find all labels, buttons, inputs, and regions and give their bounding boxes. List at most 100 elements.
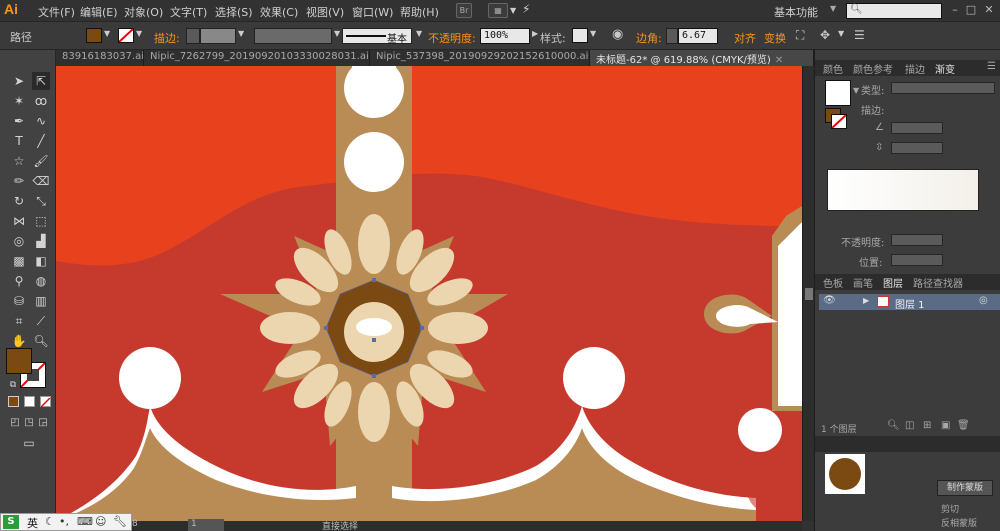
- chevron-down-icon[interactable]: ▼: [136, 29, 142, 38]
- tab-doc-2[interactable]: Nipic_7262799_20190920103330028031.ai*✕: [144, 50, 370, 66]
- layer-name[interactable]: 图层 1: [895, 296, 925, 311]
- sogou-ime-icon[interactable]: S: [3, 515, 19, 529]
- gradient-position-field[interactable]: [891, 254, 943, 266]
- gradient-preview-swatch[interactable]: [825, 80, 851, 106]
- direct-selection-tool-icon[interactable]: ⇱: [32, 72, 50, 90]
- menu-select[interactable]: 选择(S): [215, 4, 253, 20]
- close-icon[interactable]: ✕: [775, 55, 783, 66]
- tab-swatches[interactable]: 色板: [823, 275, 843, 290]
- transform-link[interactable]: 变换: [764, 30, 786, 46]
- tab-gradient[interactable]: 渐变: [935, 61, 955, 76]
- moon-icon[interactable]: ☾: [45, 515, 55, 528]
- magic-wand-tool-icon[interactable]: ✶: [10, 92, 28, 110]
- star-tool-icon[interactable]: ☆: [10, 152, 28, 170]
- graph-tool-icon[interactable]: ▥: [32, 292, 50, 310]
- pen-tool-icon[interactable]: ✒: [10, 112, 28, 130]
- tab-doc-1[interactable]: 83916183037.ai*✕: [56, 50, 144, 66]
- artboard-canvas[interactable]: [56, 66, 802, 521]
- line-tool-icon[interactable]: ╱: [32, 132, 50, 150]
- panel-menu-icon[interactable]: ☰: [854, 28, 865, 42]
- type-tool-icon[interactable]: T: [10, 132, 28, 150]
- chevron-down-icon[interactable]: ▼: [830, 4, 836, 13]
- pearl[interactable]: [563, 347, 625, 409]
- transform-options-icon[interactable]: ✥: [820, 28, 830, 42]
- stroke-swatch[interactable]: [118, 28, 134, 43]
- pencil-tool-icon[interactable]: ✏: [10, 172, 28, 190]
- free-transform-tool-icon[interactable]: ⬚: [32, 212, 50, 230]
- sync-icon[interactable]: ⚡: [522, 2, 530, 16]
- slice-tool-icon[interactable]: ⟋: [32, 312, 50, 330]
- selection-tool-icon[interactable]: ➤: [10, 72, 28, 90]
- color-mode-icon[interactable]: [8, 396, 19, 407]
- fill-color-box-front[interactable]: [6, 348, 32, 374]
- gradient-tool-icon[interactable]: ◧: [32, 252, 50, 270]
- opacity-label[interactable]: 不透明度:: [428, 30, 476, 46]
- menu-effect[interactable]: 效果(C): [260, 4, 298, 20]
- tab-color-guide[interactable]: 颜色参考: [853, 61, 893, 76]
- punctuation-icon[interactable]: •,: [59, 515, 69, 528]
- aspect-ratio-field[interactable]: [891, 142, 943, 154]
- trash-icon[interactable]: 🗑︎: [957, 420, 970, 431]
- stroke-stepper[interactable]: [186, 28, 200, 44]
- symbol-sprayer-tool-icon[interactable]: ⛁: [10, 292, 28, 310]
- chevron-right-icon[interactable]: ▶: [863, 296, 869, 305]
- chevron-down-icon[interactable]: ▼: [853, 86, 859, 95]
- transparency-thumbnail[interactable]: [825, 454, 865, 494]
- eraser-tool-icon[interactable]: ⌫: [32, 172, 50, 190]
- brush-dropdown[interactable]: 基本: [342, 28, 412, 45]
- menu-window[interactable]: 窗口(W): [352, 4, 393, 20]
- opacity-field[interactable]: 100%: [480, 28, 530, 44]
- eye-icon[interactable]: 👁︎: [823, 295, 836, 306]
- stroke-swatch[interactable]: [831, 114, 847, 129]
- shape-builder-tool-icon[interactable]: ◎: [10, 232, 28, 250]
- paintbrush-tool-icon[interactable]: 🖌︎: [32, 152, 50, 170]
- fill-swatch[interactable]: [86, 28, 102, 43]
- clip-checkbox[interactable]: 剪切: [941, 502, 959, 515]
- close-icon[interactable]: ✕: [982, 3, 996, 17]
- locate-object-icon[interactable]: 🔍︎: [887, 420, 900, 431]
- perspective-grid-tool-icon[interactable]: ▟: [32, 232, 50, 250]
- menu-type[interactable]: 文字(T): [170, 4, 207, 20]
- align-link[interactable]: 对齐: [734, 30, 756, 46]
- tab-doc-3[interactable]: Nipic_537398_20190929202152610000.ai*✕: [370, 50, 590, 66]
- chevron-down-icon[interactable]: ▼: [590, 29, 596, 38]
- gradient-mode-icon[interactable]: [24, 396, 35, 407]
- cross-ornament[interactable]: [704, 206, 802, 411]
- chevron-down-icon[interactable]: ▼: [334, 29, 340, 38]
- screen-mode-icon[interactable]: ▭: [18, 434, 40, 452]
- graphic-style-swatch[interactable]: [572, 28, 588, 43]
- variable-width-dropdown[interactable]: [254, 28, 332, 44]
- chevron-right-icon[interactable]: ▶: [532, 29, 538, 38]
- rotate-tool-icon[interactable]: ↻: [10, 192, 28, 210]
- scroll-thumb[interactable]: [805, 288, 813, 300]
- panel-menu-icon[interactable]: ☰: [987, 61, 996, 72]
- artboard-tool-icon[interactable]: ⌗: [10, 312, 28, 330]
- zoom-tool-icon[interactable]: 🔍︎: [32, 332, 50, 350]
- eyedropper-tool-icon[interactable]: ⚲: [10, 272, 28, 290]
- artwork[interactable]: [56, 66, 802, 521]
- chevron-down-icon[interactable]: ▼: [104, 29, 110, 38]
- target-icon[interactable]: ◎: [979, 295, 988, 306]
- new-layer-icon[interactable]: ▣: [941, 420, 950, 431]
- pearl[interactable]: [119, 347, 181, 409]
- chevron-down-icon[interactable]: ▼: [838, 29, 844, 38]
- blend-tool-icon[interactable]: ◍: [32, 272, 50, 290]
- menu-view[interactable]: 视图(V): [306, 4, 344, 20]
- gradient-type-dropdown[interactable]: [891, 82, 995, 94]
- search-input[interactable]: 🔍︎: [846, 3, 942, 19]
- flower-highlight[interactable]: [356, 318, 392, 336]
- lasso-tool-icon[interactable]: ꝏ: [32, 92, 50, 110]
- new-sublayer-icon[interactable]: ⊞: [923, 420, 931, 431]
- gradient-slider[interactable]: [827, 169, 979, 211]
- tab-pathfinder[interactable]: 路径查找器: [913, 275, 963, 290]
- corner-stepper[interactable]: [666, 28, 678, 44]
- zoom-field[interactable]: 8: [132, 519, 138, 529]
- arrange-documents-icon[interactable]: ▦: [488, 3, 508, 18]
- menu-edit[interactable]: 编辑(E): [80, 4, 118, 20]
- menu-file[interactable]: 文件(F): [38, 4, 75, 20]
- chevron-down-icon[interactable]: ▼: [510, 6, 516, 15]
- keyboard-icon[interactable]: ⌨: [77, 515, 93, 528]
- tab-brushes[interactable]: 画笔: [853, 275, 873, 290]
- tab-stroke[interactable]: 描边: [905, 61, 925, 76]
- draw-inside-icon[interactable]: ◲: [34, 414, 52, 432]
